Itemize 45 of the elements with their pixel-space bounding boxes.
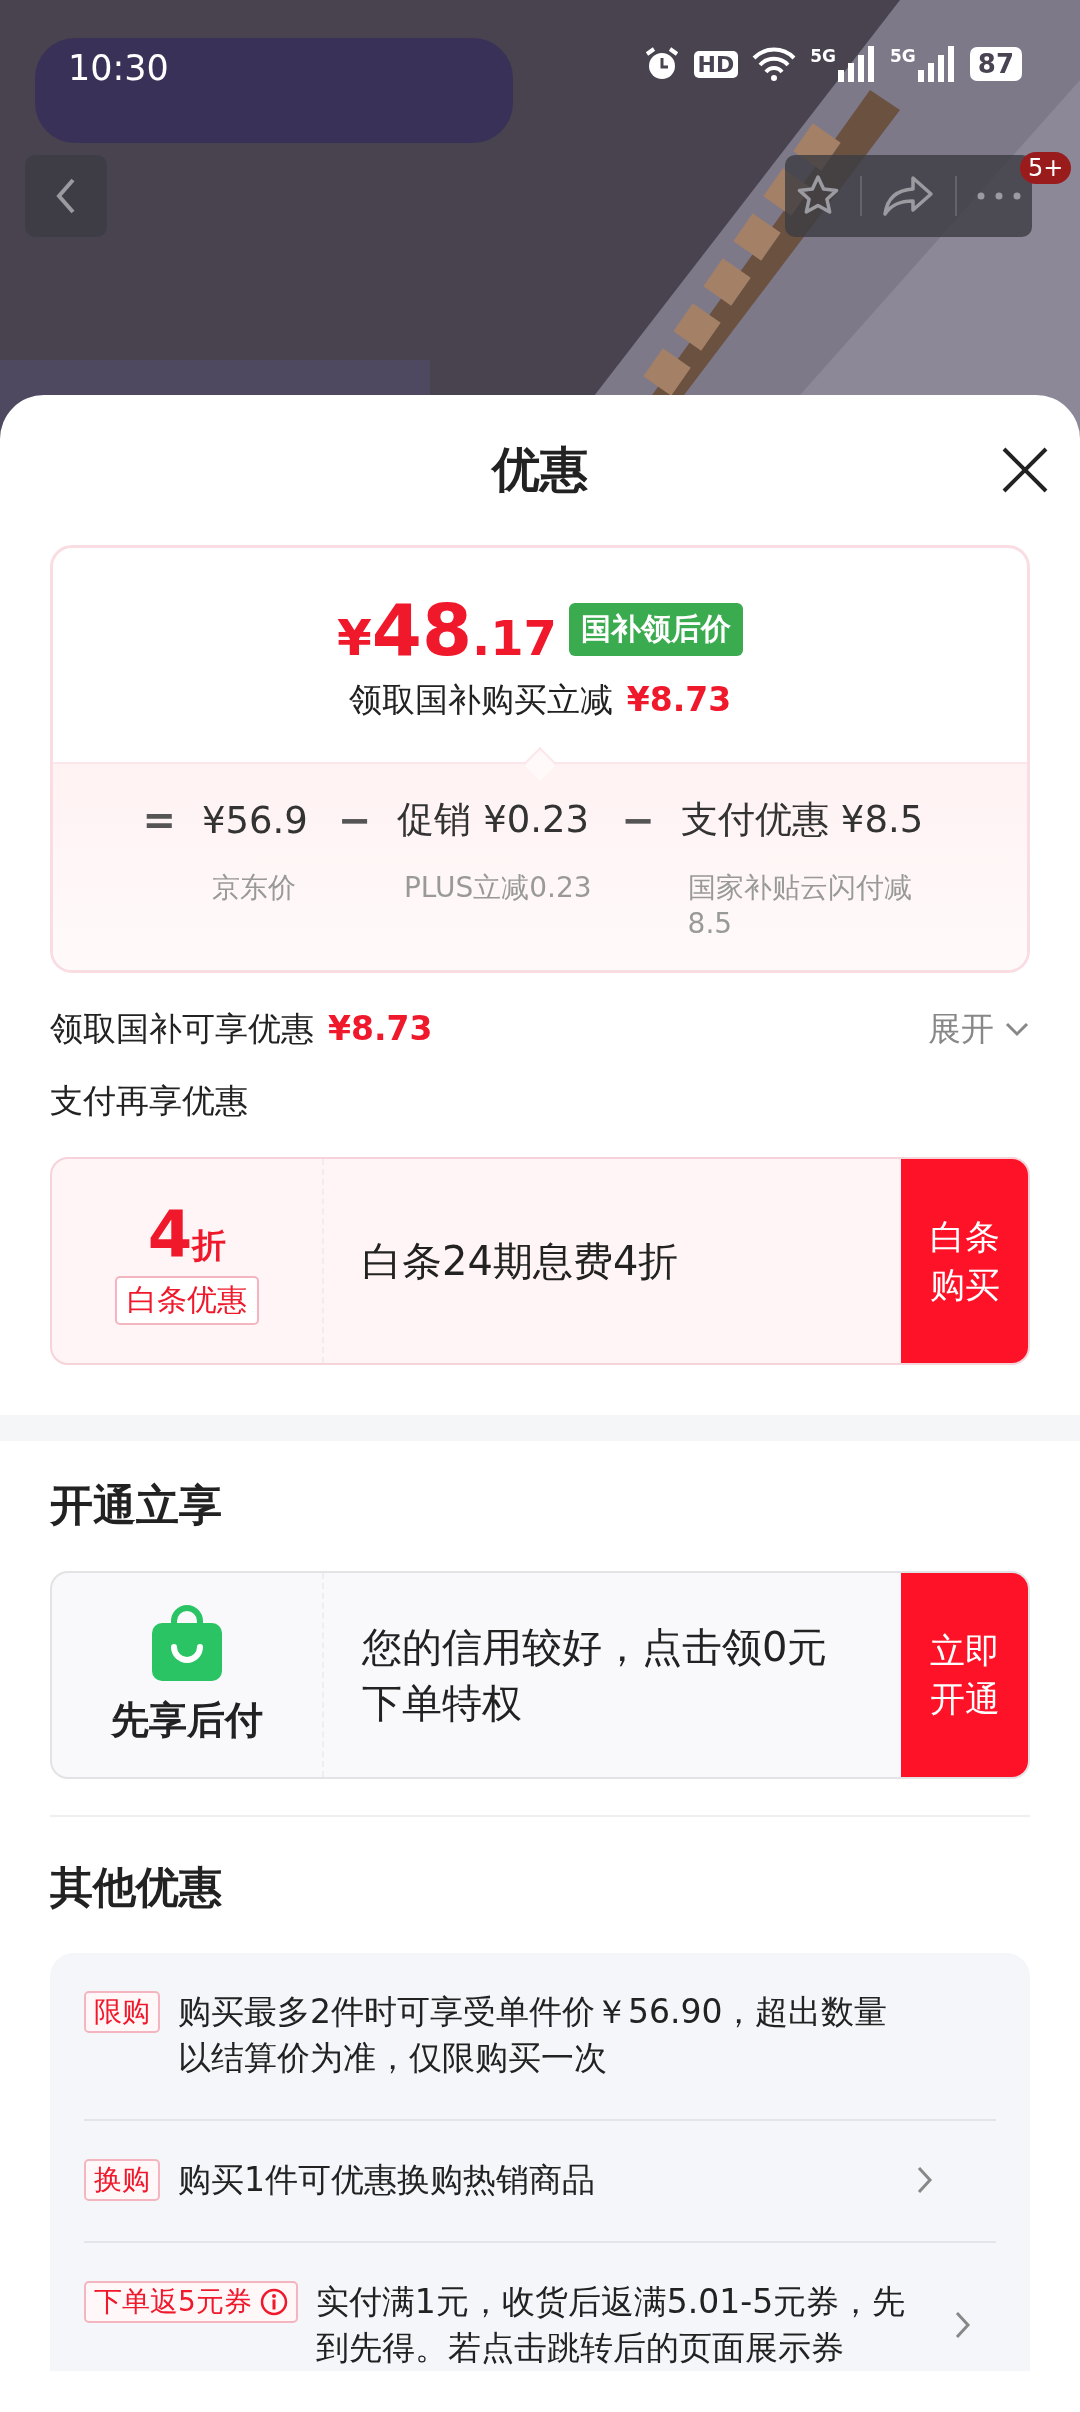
expand-toggle[interactable]: 展开 [928, 1006, 1030, 1052]
status-time: 10:30 [68, 48, 169, 88]
subsidy-label: 领取国补可享优惠 [50, 1007, 314, 1050]
discount-rate: 4折 [147, 1197, 227, 1272]
price-component: 促销 ¥0.23 [397, 797, 590, 843]
service-name: 先享后付 [111, 1696, 263, 1744]
discount-label: 领取国补购买立减 [348, 678, 613, 721]
section-title: 其他优惠 [50, 1861, 223, 1914]
offer-text: 白条24期息费4折 [362, 1237, 679, 1286]
wifi-icon [752, 46, 797, 82]
subsidy-amount: ¥8.73 [328, 1008, 433, 1048]
price-note: PLUS立减0.23 [403, 870, 592, 906]
more-icon[interactable] [976, 191, 1023, 201]
battery-level: 87 [969, 47, 1022, 81]
discount-amount: ¥8.73 [626, 679, 732, 719]
buy-button[interactable]: 立即开通 [901, 1573, 1028, 1777]
alarm-icon [643, 46, 680, 82]
price-component: 支付优惠 ¥8.5 [681, 797, 924, 843]
offer-tag: 换购 [84, 2159, 160, 2201]
price-component: ¥56.9 [201, 798, 308, 842]
shopping-bag-icon [152, 1604, 222, 1681]
section-label: 支付再享优惠 [50, 1079, 249, 1122]
offer-description: 购买1件可优惠换购热销商品 [178, 2159, 596, 2201]
back-button[interactable] [25, 155, 107, 237]
operator-sign: − [336, 797, 372, 843]
offer-description: 购买最多2件时可享受单件价￥56.90，超出数量以结算价为准，仅限购买一次 [178, 1991, 889, 2079]
close-button[interactable] [1000, 445, 1050, 495]
price-tag: 国补领后价 [569, 603, 743, 656]
sheet-title: 优惠 [492, 440, 588, 499]
buy-button[interactable]: 白条购买 [901, 1159, 1028, 1363]
offer-tag: 下单返5元券 [84, 2281, 298, 2323]
offer-text: 您的信用较好，点击领0元下单特权 [362, 1623, 829, 1728]
price-note: 京东价 [212, 870, 298, 906]
offer-tag: 限购 [84, 1991, 160, 2033]
section-title: 开通立享 [50, 1479, 223, 1532]
offer-tag: 白条优惠 [115, 1275, 259, 1325]
price: ¥48.17 [337, 587, 557, 672]
operator-sign: − [620, 797, 656, 843]
price-note: 国家补贴云闪付减8.5 [687, 870, 913, 942]
chevron-right-icon[interactable] [916, 2165, 934, 2195]
share-icon[interactable] [881, 174, 936, 218]
offer-description: 实付满1元，收货后返满5.01-5元券，先到先得。若点击跳转后的页面展示券 [315, 2281, 907, 2369]
operator-sign: = [142, 797, 176, 843]
info-icon[interactable] [259, 2288, 288, 2316]
chevron-right-icon[interactable] [953, 2310, 972, 2340]
